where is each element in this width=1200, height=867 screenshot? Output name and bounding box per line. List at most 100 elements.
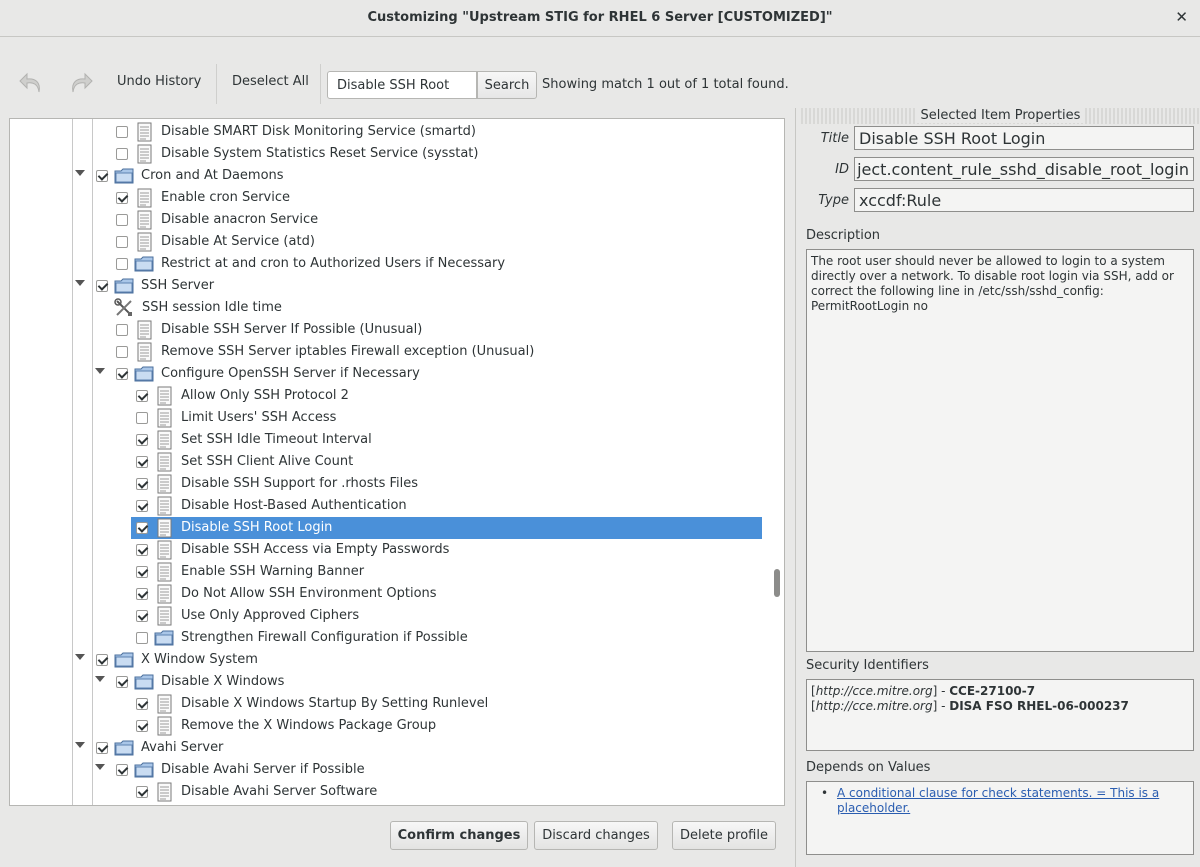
item-checkbox[interactable] xyxy=(136,522,148,534)
tree-row-set-ssh-idle-timeout-interval[interactable]: Set SSH Idle Timeout Interval xyxy=(10,429,784,451)
tree-row-disable-avahi-server-if-possible[interactable]: Disable Avahi Server if Possible xyxy=(10,759,784,781)
item-checkbox[interactable] xyxy=(96,742,108,754)
expander-arrow-icon[interactable] xyxy=(95,368,105,374)
item-checkbox[interactable] xyxy=(136,434,148,446)
item-checkbox[interactable] xyxy=(116,676,128,688)
item-checkbox[interactable] xyxy=(116,764,128,776)
tree-row-disable-ssh-support-for-rhosts-files[interactable]: Disable SSH Support for .rhosts Files xyxy=(10,473,784,495)
tree-row-x-window-system[interactable]: X Window System xyxy=(10,649,784,671)
id-field[interactable]: ject.content_rule_sshd_disable_root_logi… xyxy=(854,157,1194,181)
item-checkbox[interactable] xyxy=(136,390,148,402)
close-icon[interactable]: ✕ xyxy=(1175,8,1188,26)
identifier-row: [http://cce.mitre.org] - DISA FSO RHEL-0… xyxy=(811,699,1129,713)
search-button[interactable]: Search xyxy=(477,71,537,99)
type-field[interactable]: xccdf:Rule xyxy=(854,188,1194,212)
item-checkbox[interactable] xyxy=(136,566,148,578)
item-checkbox[interactable] xyxy=(116,214,128,226)
item-checkbox[interactable] xyxy=(116,346,128,358)
tree-item-label: Disable SSH Support for .rhosts Files xyxy=(181,476,419,491)
redo-arrow-icon[interactable] xyxy=(65,68,95,98)
tree-row-disable-x-windows[interactable]: Disable X Windows xyxy=(10,671,784,693)
tree-row-disable-host-based-authentication[interactable]: Disable Host-Based Authentication xyxy=(10,495,784,517)
item-checkbox[interactable] xyxy=(96,280,108,292)
rule-tree[interactable]: Disable SMART Disk Monitoring Service (s… xyxy=(9,118,785,806)
folder-icon xyxy=(114,738,134,758)
item-checkbox[interactable] xyxy=(136,456,148,468)
tree-row-disable-ssh-root-login[interactable]: Disable SSH Root Login xyxy=(10,517,784,539)
item-checkbox[interactable] xyxy=(136,412,148,424)
tree-row-disable-system-statistics-reset-service-sysstat[interactable]: Disable System Statistics Reset Service … xyxy=(10,143,784,165)
tree-row-limit-users-ssh-access[interactable]: Limit Users' SSH Access xyxy=(10,407,784,429)
tree-row-disable-x-windows-startup-by-setting-runlevel[interactable]: Disable X Windows Startup By Setting Run… xyxy=(10,693,784,715)
scrollbar-thumb[interactable] xyxy=(774,569,780,597)
item-checkbox[interactable] xyxy=(136,478,148,490)
item-checkbox[interactable] xyxy=(136,544,148,556)
tree-row-cron-and-at-daemons[interactable]: Cron and At Daemons xyxy=(10,165,784,187)
item-checkbox[interactable] xyxy=(136,720,148,732)
folder-icon xyxy=(134,760,154,780)
item-checkbox[interactable] xyxy=(116,148,128,160)
tree-row-disable-at-service-atd[interactable]: Disable At Service (atd) xyxy=(10,231,784,253)
item-checkbox[interactable] xyxy=(96,170,108,182)
confirm-changes-button[interactable]: Confirm changes xyxy=(390,821,528,850)
item-checkbox[interactable] xyxy=(136,500,148,512)
item-checkbox[interactable] xyxy=(116,192,128,204)
id-label: ID xyxy=(835,162,849,177)
discard-changes-button[interactable]: Discard changes xyxy=(534,821,658,850)
folder-icon xyxy=(134,672,154,692)
expander-arrow-icon[interactable] xyxy=(75,170,85,176)
item-checkbox[interactable] xyxy=(116,236,128,248)
item-checkbox[interactable] xyxy=(96,654,108,666)
tree-row-disable-avahi-server-software[interactable]: Disable Avahi Server Software xyxy=(10,781,784,803)
expander-arrow-icon[interactable] xyxy=(75,280,85,286)
item-checkbox[interactable] xyxy=(116,324,128,336)
tree-row-ssh-session-idle-time[interactable]: SSH session Idle time xyxy=(10,297,784,319)
tree-row-enable-cron-service[interactable]: Enable cron Service xyxy=(10,187,784,209)
expander-arrow-icon[interactable] xyxy=(95,764,105,770)
title-label: Title xyxy=(820,131,849,146)
tree-row-use-only-approved-ciphers[interactable]: Use Only Approved Ciphers xyxy=(10,605,784,627)
folder-icon xyxy=(114,166,134,186)
item-checkbox[interactable] xyxy=(116,258,128,270)
description-label: Description xyxy=(806,228,881,243)
tree-row-enable-ssh-warning-banner[interactable]: Enable SSH Warning Banner xyxy=(10,561,784,583)
item-checkbox[interactable] xyxy=(136,698,148,710)
item-checkbox[interactable] xyxy=(136,610,148,622)
item-checkbox[interactable] xyxy=(116,126,128,138)
tree-row-remove-ssh-server-iptables-firewall-exception-unusual[interactable]: Remove SSH Server iptables Firewall exce… xyxy=(10,341,784,363)
document-icon xyxy=(154,386,174,406)
item-checkbox[interactable] xyxy=(136,786,148,798)
properties-header: Selected Item Properties xyxy=(801,108,1200,124)
tree-row-avahi-server[interactable]: Avahi Server xyxy=(10,737,784,759)
tree-item-label: Disable Avahi Server if Possible xyxy=(161,762,365,777)
expander-arrow-icon[interactable] xyxy=(75,742,85,748)
expander-arrow-icon[interactable] xyxy=(75,654,85,660)
tree-row-do-not-allow-ssh-environment-options[interactable]: Do Not Allow SSH Environment Options xyxy=(10,583,784,605)
tree-row-set-ssh-client-alive-count[interactable]: Set SSH Client Alive Count xyxy=(10,451,784,473)
tree-row-strengthen-firewall-configuration-if-possible[interactable]: Strengthen Firewall Configuration if Pos… xyxy=(10,627,784,649)
tree-row-restrict-at-and-cron-to-authorized-users-if-necessary[interactable]: Restrict at and cron to Authorized Users… xyxy=(10,253,784,275)
tree-row-disable-anacron-service[interactable]: Disable anacron Service xyxy=(10,209,784,231)
expander-arrow-icon[interactable] xyxy=(95,676,105,682)
item-checkbox[interactable] xyxy=(136,588,148,600)
tree-item-label: Restrict at and cron to Authorized Users… xyxy=(161,256,506,271)
tree-row-disable-ssh-server-if-possible-unusual[interactable]: Disable SSH Server If Possible (Unusual) xyxy=(10,319,784,341)
deselect-all-button[interactable]: Deselect All xyxy=(232,74,309,89)
search-input[interactable] xyxy=(327,71,477,99)
title-field[interactable]: Disable SSH Root Login xyxy=(854,126,1194,150)
undo-history-button[interactable]: Undo History xyxy=(117,74,201,89)
depends-value-link[interactable]: A conditional clause for check statement… xyxy=(837,786,1159,815)
undo-arrow-icon[interactable] xyxy=(17,68,47,98)
tree-row-ssh-server[interactable]: SSH Server xyxy=(10,275,784,297)
tree-row-remove-the-x-windows-package-group[interactable]: Remove the X Windows Package Group xyxy=(10,715,784,737)
type-label: Type xyxy=(818,193,849,208)
item-checkbox[interactable] xyxy=(136,632,148,644)
tree-item-label: X Window System xyxy=(141,652,258,667)
delete-profile-button[interactable]: Delete profile xyxy=(672,821,776,850)
tree-row-disable-smart-disk-monitoring-service-smartd[interactable]: Disable SMART Disk Monitoring Service (s… xyxy=(10,121,784,143)
tree-row-disable-ssh-access-via-empty-passwords[interactable]: Disable SSH Access via Empty Passwords xyxy=(10,539,784,561)
tree-row-configure-openssh-server-if-necessary[interactable]: Configure OpenSSH Server if Necessary xyxy=(10,363,784,385)
item-checkbox[interactable] xyxy=(116,368,128,380)
document-icon xyxy=(134,144,154,164)
tree-row-allow-only-ssh-protocol-2[interactable]: Allow Only SSH Protocol 2 xyxy=(10,385,784,407)
